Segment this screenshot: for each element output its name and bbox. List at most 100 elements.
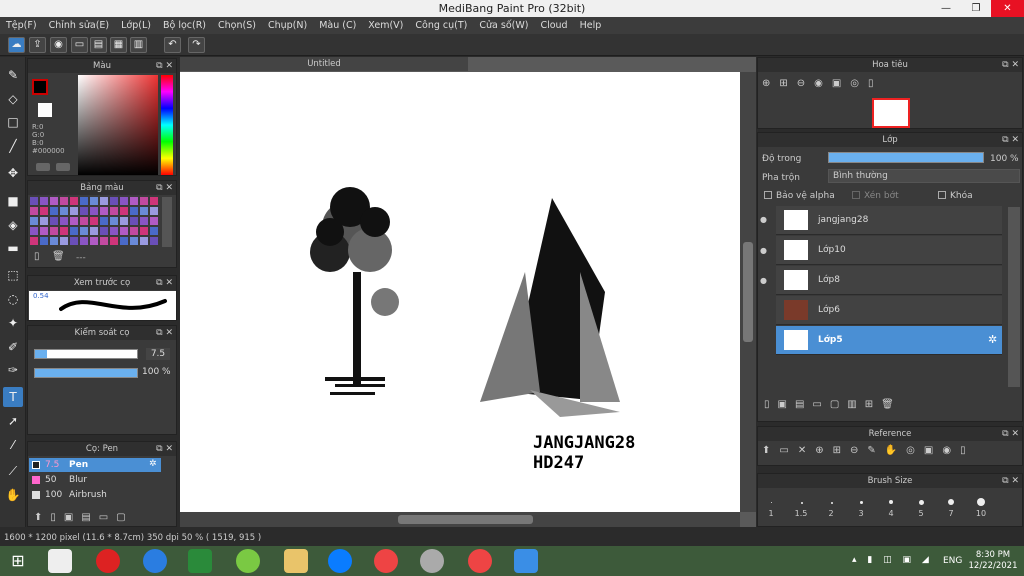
palette-swatch[interactable] [90,227,98,235]
palette-swatch[interactable] [50,227,58,235]
layer-settings-gear-icon[interactable]: ✲ [988,333,997,346]
menu-help[interactable]: Help [574,20,608,31]
palette-swatch[interactable] [40,217,48,225]
layers-scrollbar[interactable] [1008,207,1020,387]
visibility-eye-icon[interactable]: ● [760,215,770,224]
palette-swatch[interactable] [70,227,78,235]
palette-swatch[interactable] [70,207,78,215]
panel-close-icon[interactable]: ⧉ ✕ [1002,133,1019,147]
palette-swatch[interactable] [130,197,138,205]
palette-swatch[interactable] [80,207,88,215]
reference-toolbar[interactable]: ⬆▭✕⊕⊞⊖✎✋◎▣◉▯ [762,445,975,456]
palette-swatch[interactable] [130,217,138,225]
language-indicator[interactable]: ENG [943,556,962,566]
cloud-icon[interactable]: ☁ [8,37,25,53]
medibang-taskbar-icon[interactable] [420,549,444,573]
palette-scrollbar[interactable] [162,197,172,247]
panel-close-icon[interactable]: ⧉ ✕ [156,442,173,456]
gear-icon[interactable]: ✲ [149,459,157,469]
close-button[interactable]: ✕ [991,0,1024,17]
palette-swatch[interactable] [70,197,78,205]
gradient-tool-icon[interactable]: ▬ [3,238,23,258]
brush-size-4[interactable]: 4 [876,509,906,518]
palette-swatch[interactable] [150,237,158,245]
menu-cloud[interactable]: Cloud [534,20,573,31]
palette-swatch[interactable] [50,207,58,215]
vertical-scrollbar[interactable] [740,72,756,512]
magic-wand-icon[interactable]: ✦ [3,313,23,333]
file-icon[interactable] [48,549,72,573]
color-sv-square[interactable] [78,75,158,175]
move-tool-icon[interactable]: ✥ [3,163,23,183]
brush-size-10[interactable]: 10 [966,509,996,518]
panel-close-icon[interactable]: ⧉ ✕ [156,181,173,195]
palette-swatch[interactable] [90,217,98,225]
menu-layer[interactable]: Lớp(L) [115,20,157,31]
fill-rect-icon[interactable]: ■ [3,191,23,211]
palette-delete-icon[interactable]: 🗑 [52,251,65,262]
eyedropper-icon[interactable]: ⟋ [3,461,23,481]
undo-icon[interactable]: ↶ [164,37,181,53]
palette-swatch[interactable] [40,197,48,205]
photos-icon[interactable] [514,549,538,573]
select-tool-icon[interactable]: ⬚ [3,265,23,285]
color-mode-button[interactable] [36,163,50,171]
palette-swatch[interactable] [130,227,138,235]
chrome-icon[interactable] [374,549,398,573]
palette-swatch[interactable] [40,207,48,215]
palette-swatch[interactable] [30,217,38,225]
operation-tool-icon[interactable]: ➚ [3,411,23,431]
horizontal-scrollbar[interactable] [180,512,740,527]
menu-select[interactable]: Chọn(S) [212,20,262,31]
palette-swatch[interactable] [50,197,58,205]
palette-swatch[interactable] [120,227,128,235]
color-picker-button[interactable] [56,163,70,171]
panel-close-icon[interactable]: ⧉ ✕ [1002,58,1019,72]
brush-size-1[interactable]: 1 [756,509,786,518]
brush-item-pen[interactable]: 7.5 Pen ✲ [29,458,161,472]
navigator-zoom-buttons[interactable]: ⊕⊞⊖◉▣◎▯ [762,78,883,89]
palette-swatch[interactable] [150,207,158,215]
lock-checkbox[interactable] [938,191,946,199]
document-tab[interactable]: Untitled [180,57,468,71]
zalo-icon[interactable] [328,549,352,573]
layer-actions[interactable]: ▯▣▤▭▢▥⊞🗑 [764,399,902,410]
palette-swatch[interactable] [110,217,118,225]
palette-swatch[interactable] [60,237,68,245]
layer-row-lop5[interactable]: Lớp5 ✲ [776,326,1002,355]
chat-icon[interactable]: ▭ [71,37,88,53]
palette-swatch[interactable] [120,197,128,205]
layer-row-lop8[interactable]: Lớp8 [776,266,1002,295]
store-icon[interactable] [188,549,212,573]
menu-filter[interactable]: Bộ lọc(R) [157,20,212,31]
tray-icons[interactable]: ▴ ▮ ◫ ▣ ◢ [852,555,933,565]
palette-swatch[interactable] [110,197,118,205]
brush-size-value[interactable]: 7.5 [146,348,170,360]
bucket-tool-icon[interactable]: ◈ [3,215,23,235]
menu-window[interactable]: Cửa số(W) [473,20,534,31]
ie-icon[interactable] [143,549,167,573]
drawing-canvas[interactable]: JANGJANG28 HD247 [180,72,740,512]
palette-swatch[interactable] [90,207,98,215]
palette-swatch[interactable] [100,197,108,205]
brush-size-2[interactable]: 2 [816,509,846,518]
palette-swatch[interactable] [30,207,38,215]
opera-icon[interactable] [96,549,120,573]
palette-swatch[interactable] [90,197,98,205]
palette-swatch[interactable] [140,197,148,205]
palette-swatch[interactable] [60,197,68,205]
panel-close-icon[interactable]: ⧉ ✕ [1002,427,1019,441]
palette-swatch[interactable] [140,227,148,235]
visibility-eye-icon[interactable]: ● [760,246,770,255]
protect-alpha-checkbox[interactable] [764,191,772,199]
brush-size-slider[interactable] [34,349,138,359]
panels-icon[interactable]: ▥ [130,37,147,53]
palette-swatch[interactable] [60,207,68,215]
palette-swatch[interactable] [150,197,158,205]
folder-icon[interactable] [284,549,308,573]
divide-tool-icon[interactable]: ⁄ [3,435,23,455]
chrome-profile-icon[interactable] [468,549,492,573]
palette-swatch[interactable] [110,227,118,235]
palette-swatch[interactable] [90,237,98,245]
layer-row-lop6[interactable]: Lớp6 [776,296,1002,325]
